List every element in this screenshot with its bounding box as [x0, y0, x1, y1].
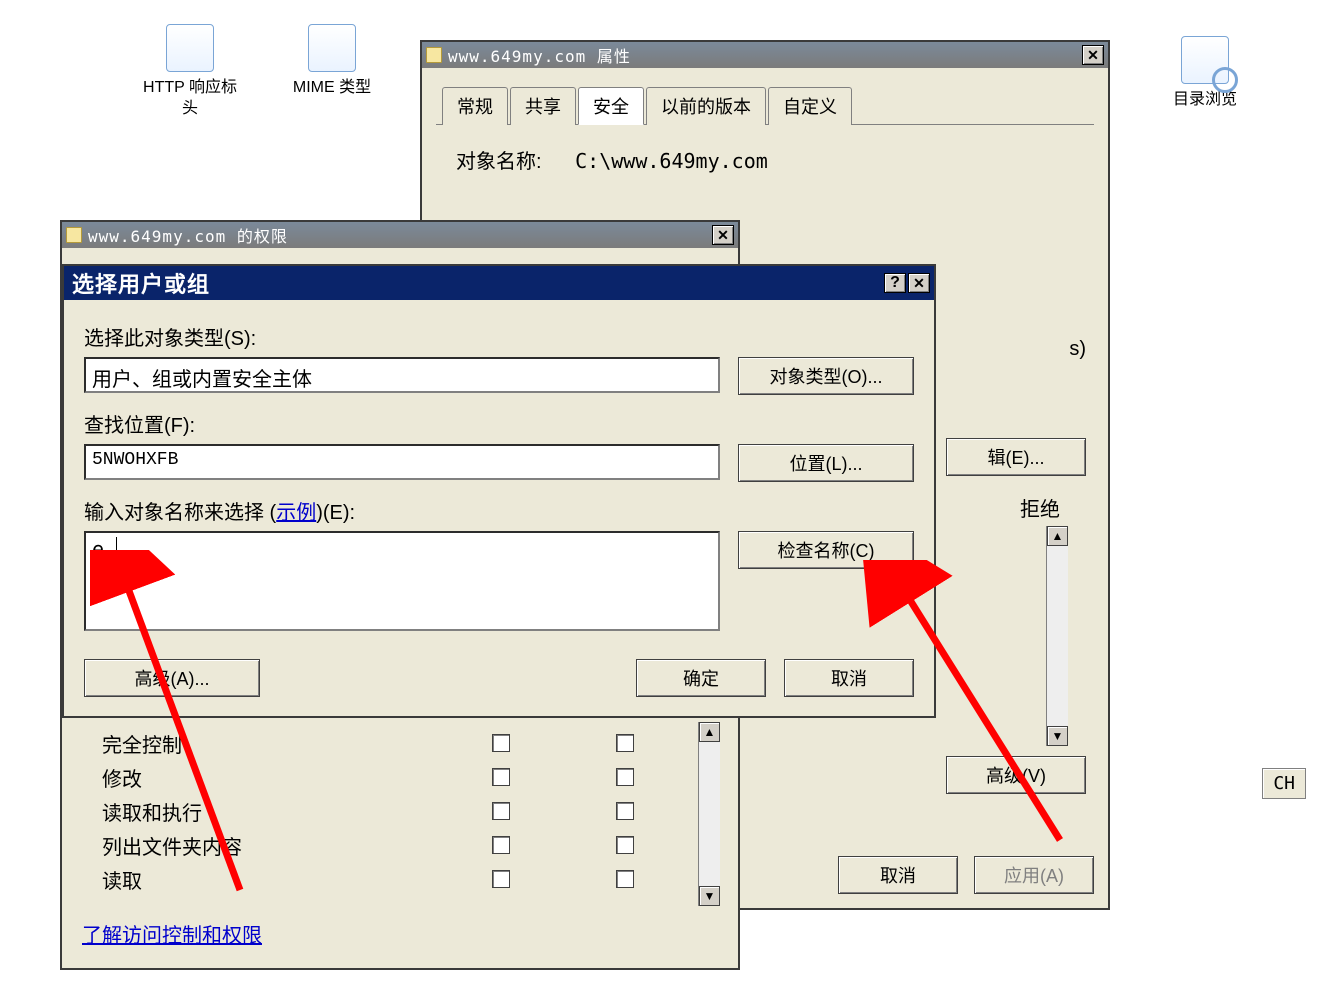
enter-names-label: 输入对象名称来选择 (示例)(E): [84, 496, 914, 525]
language-indicator[interactable]: CH [1262, 768, 1306, 799]
dir-browse-icon [1181, 36, 1229, 84]
perm-allow-checkbox[interactable] [492, 836, 510, 854]
help-icon[interactable]: ? [884, 273, 906, 293]
object-names-input[interactable]: e [84, 531, 720, 631]
groups-suffix: s) [1069, 338, 1086, 361]
perm-allow-checkbox[interactable] [492, 870, 510, 888]
perm-row: 列出文件夹内容 [102, 828, 718, 862]
scroll-track[interactable] [699, 742, 720, 886]
perm-allow-checkbox[interactable] [492, 802, 510, 820]
advanced-button[interactable]: 高级(A)... [84, 659, 260, 697]
scroll-track[interactable] [1047, 546, 1068, 726]
scroll-down-icon[interactable]: ▼ [699, 886, 720, 906]
object-types-button[interactable]: 对象类型(O)... [738, 357, 914, 395]
perm-label: 完全控制 [102, 729, 362, 758]
perm-label: 列出文件夹内容 [102, 831, 362, 860]
props-cancel-button[interactable]: 取消 [838, 856, 958, 894]
location-label: 查找位置(F): [84, 409, 914, 438]
perm-label: 修改 [102, 763, 362, 792]
perm-row: 修改 [102, 760, 718, 794]
location-field: 5NWOHXFB [84, 444, 720, 480]
perm-deny-checkbox[interactable] [616, 836, 634, 854]
folder-icon [66, 227, 82, 243]
close-icon[interactable]: ✕ [712, 225, 734, 245]
scroll-down-icon[interactable]: ▼ [1047, 726, 1068, 746]
advanced-props-button[interactable]: 高级(V) [946, 756, 1086, 794]
scroll-up-icon[interactable]: ▲ [1047, 526, 1068, 546]
object-name-label: 对象名称: [456, 151, 542, 173]
tab-customize[interactable]: 自定义 [768, 87, 852, 125]
locations-button[interactable]: 位置(L)... [738, 444, 914, 482]
check-names-button[interactable]: 检查名称(C) [738, 531, 914, 569]
select-titlebar[interactable]: 选择用户或组 ? ✕ [64, 266, 934, 300]
permissions-title: www.649my.com 的权限 [88, 223, 710, 247]
object-type-label: 选择此对象类型(S): [84, 322, 914, 351]
mime-types-icon [308, 24, 356, 72]
mime-types-label[interactable]: MIME 类型 [282, 78, 382, 99]
properties-tabs: 常规 共享 安全 以前的版本 自定义 [436, 86, 1094, 125]
select-users-dialog: 选择用户或组 ? ✕ 选择此对象类型(S): 用户、组或内置安全主体 对象类型(… [62, 264, 936, 718]
cancel-button[interactable]: 取消 [784, 659, 914, 697]
perm-deny-checkbox[interactable] [616, 870, 634, 888]
perm-deny-checkbox[interactable] [616, 768, 634, 786]
folder-icon [426, 47, 442, 63]
perm-deny-checkbox[interactable] [616, 734, 634, 752]
scroll-up-icon[interactable]: ▲ [699, 722, 720, 742]
http-headers-icon [166, 24, 214, 72]
tab-general[interactable]: 常规 [442, 87, 508, 125]
tab-sharing[interactable]: 共享 [510, 87, 576, 125]
object-name-value: C:\www.649my.com [575, 149, 768, 173]
ok-button[interactable]: 确定 [636, 659, 766, 697]
object-type-field: 用户、组或内置安全主体 [84, 357, 720, 393]
perm-label: 读取和执行 [102, 797, 362, 826]
permissions-titlebar[interactable]: www.649my.com 的权限 ✕ [62, 222, 738, 248]
tab-previous-versions[interactable]: 以前的版本 [646, 87, 766, 125]
perm-label: 读取 [102, 865, 362, 894]
perm-row: 完全控制 [102, 726, 718, 760]
perm-deny-checkbox[interactable] [616, 802, 634, 820]
properties-title: www.649my.com 属性 [448, 43, 1080, 67]
edit-button[interactable]: 辑(E)... [946, 438, 1086, 476]
perm-row: 读取和执行 [102, 794, 718, 828]
http-headers-label[interactable]: HTTP 响应标 头 [140, 78, 240, 120]
close-icon[interactable]: ✕ [1082, 45, 1104, 65]
example-link[interactable]: 示例 [276, 502, 316, 524]
props-apply-button[interactable]: 应用(A) [974, 856, 1094, 894]
perm-allow-checkbox[interactable] [492, 768, 510, 786]
close-icon[interactable]: ✕ [908, 273, 930, 293]
select-title: 选择用户或组 [68, 267, 882, 299]
deny-header: 拒绝 [1020, 493, 1060, 522]
tab-security[interactable]: 安全 [578, 87, 644, 125]
properties-titlebar[interactable]: www.649my.com 属性 ✕ [422, 42, 1108, 68]
dir-browse-label[interactable]: 目录浏览 [1155, 90, 1255, 111]
perm-row: 读取 [102, 862, 718, 896]
perm-allow-checkbox[interactable] [492, 734, 510, 752]
learn-acl-link[interactable]: 了解访问控制和权限 [82, 919, 262, 948]
